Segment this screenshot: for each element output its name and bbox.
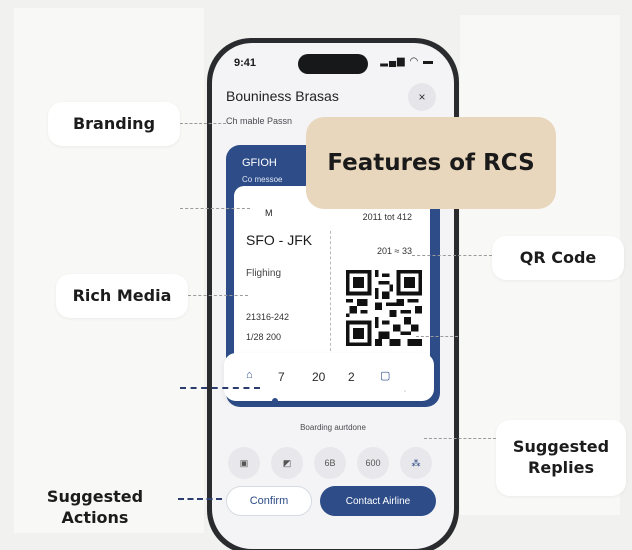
close-icon: × [418, 90, 426, 104]
callout-suggested-replies: Suggested Replies [496, 420, 626, 496]
reply-label: 600 [365, 458, 381, 468]
callout-rich-media: Rich Media [56, 274, 188, 318]
ticket-separator [330, 231, 331, 351]
ticket-marker: M [265, 208, 273, 218]
reply-label: 6B [324, 458, 336, 468]
reply-chip-3[interactable]: 6B [314, 447, 346, 479]
reply-chip-4[interactable]: 600 [357, 447, 389, 479]
page-title: Features of RCS [306, 117, 556, 209]
flight-route: SFO - JFK [246, 232, 313, 248]
callout-suggested-actions: Suggested Actions [46, 487, 144, 527]
connector-qr-code [412, 255, 492, 256]
selected-indicator [272, 398, 278, 404]
date-selector[interactable]: ⌂ 7 20 2 ▢ ◦ [224, 353, 434, 404]
connector-rich-media [188, 295, 248, 296]
flight-status: Flighing [246, 268, 282, 279]
date-option[interactable]: 20 [312, 370, 325, 384]
connector-suggested-replies [424, 438, 496, 439]
ticket-number-top: 2011 tot 412 [362, 212, 412, 222]
business-subtitle: Ch mable Passn [226, 116, 293, 126]
connector-date-strip [180, 387, 260, 389]
connector-branding [180, 123, 226, 124]
pass-message: Co messoe [242, 175, 283, 184]
calendar-icon[interactable]: ▢ [380, 369, 390, 382]
pass-code: GFIOH [242, 157, 277, 169]
date-option[interactable]: 7 [278, 370, 285, 384]
qr-code-icon [346, 270, 422, 346]
connector-marker [180, 208, 250, 209]
business-name: Bouniness Brasas [226, 88, 339, 104]
edit-icon: ◩ [282, 457, 292, 468]
close-button[interactable]: × [408, 83, 436, 111]
contact-airline-button[interactable]: Contact Airline [320, 486, 436, 516]
reply-chip-5[interactable]: ⁂ [400, 447, 432, 479]
ticket-line-1: 21316-242 [246, 312, 290, 322]
reply-chip-1[interactable]: ▣ [228, 447, 260, 479]
boarding-label: Boarding aurtdone [300, 423, 366, 432]
callout-qr-code: QR Code [492, 236, 624, 280]
ticket-line-2: 1/28 200 [246, 332, 282, 342]
date-option[interactable]: 2 [348, 370, 355, 384]
image-icon: ▣ [239, 457, 249, 468]
home-icon[interactable]: ⌂ [246, 369, 253, 381]
reply-chip-2[interactable]: ◩ [271, 447, 303, 479]
status-icons: ▂▄▆ ◠ ▬ [380, 56, 434, 67]
callout-branding: Branding [48, 102, 180, 146]
connector-suggested-actions [178, 498, 222, 500]
connector-qr-bottom [416, 336, 458, 337]
confirm-button[interactable]: Confirm [226, 486, 312, 516]
people-icon: ⁂ [411, 457, 421, 468]
status-time: 9:41 [234, 57, 257, 69]
background-panel-left [14, 8, 204, 533]
dynamic-island [298, 54, 368, 74]
info-icon: ◦ [403, 389, 406, 395]
ticket-number-mid: 201 ≈ 33 [377, 246, 412, 256]
